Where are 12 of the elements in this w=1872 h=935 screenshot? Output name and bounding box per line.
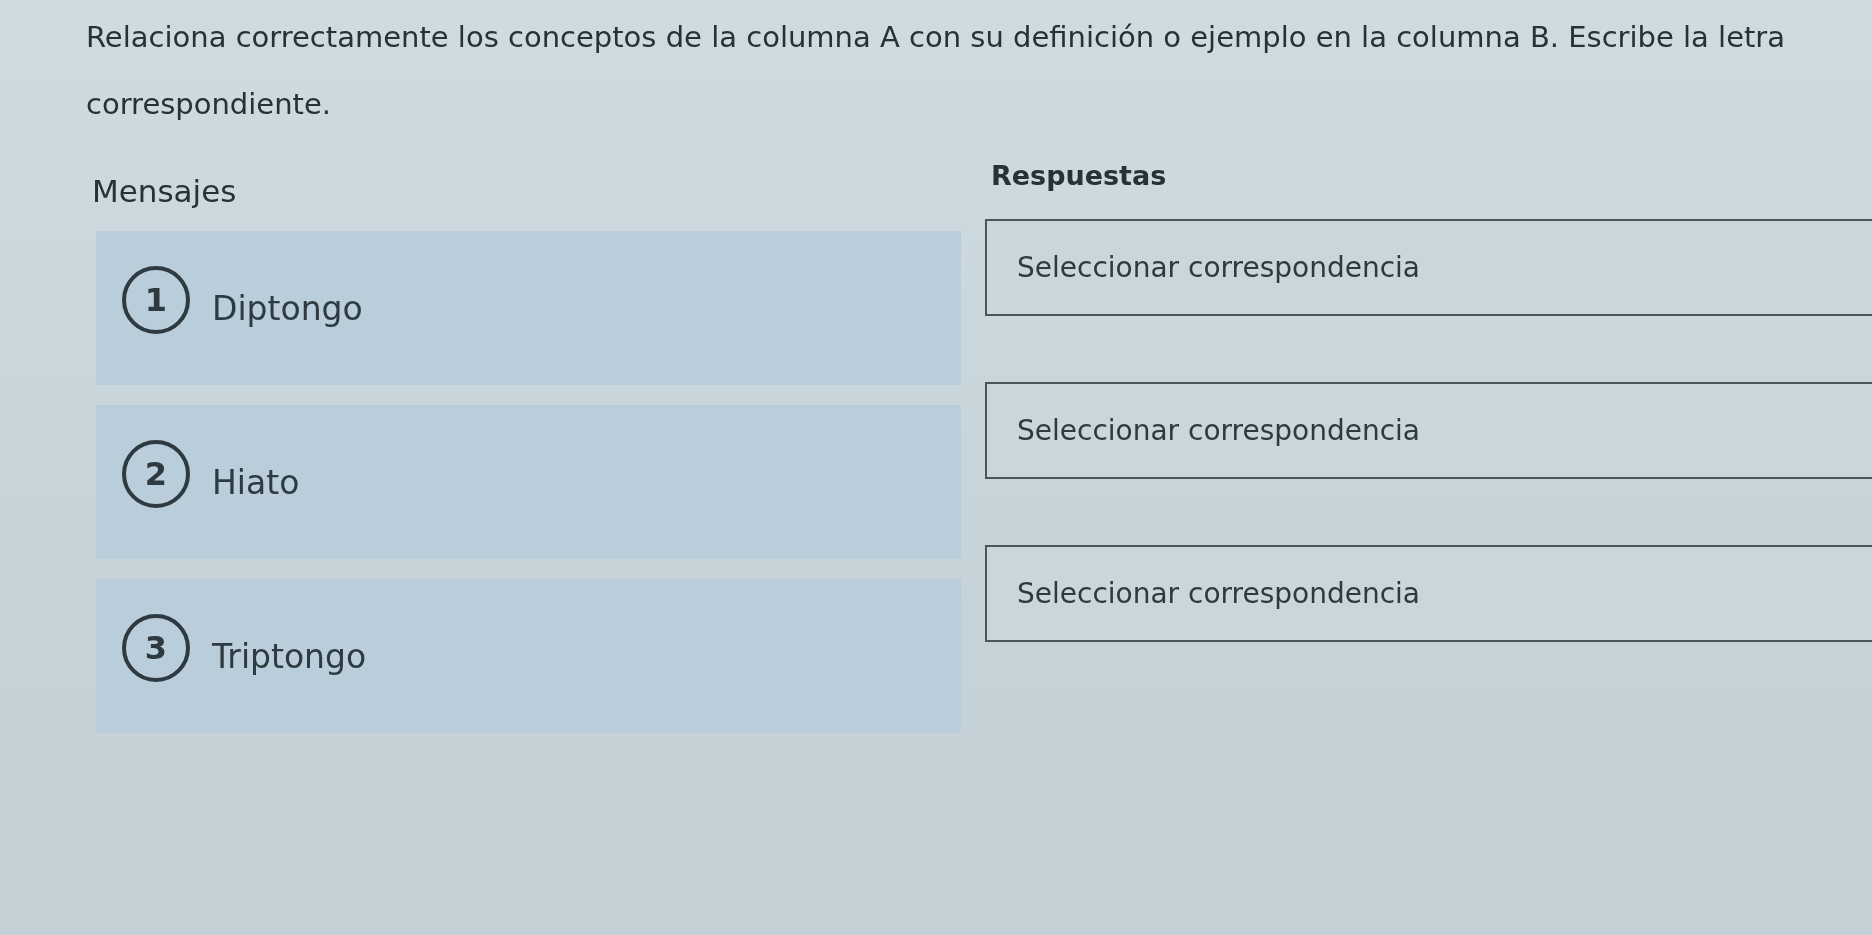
column-heading: Mensajes bbox=[92, 172, 237, 210]
concept-label: Diptongo bbox=[212, 288, 363, 328]
answer-dropdown[interactable]: Seleccionar correspondencia bbox=[985, 219, 1872, 316]
item-number: 2 bbox=[122, 440, 190, 508]
concept-label: Hiato bbox=[212, 462, 300, 502]
concept-label: Triptongo bbox=[212, 636, 367, 676]
instructions-text: Relaciona correctamente los conceptos de la columna A con su definición o ejemplo en la columna B. Escribe la letra correspondiente. bbox=[86, 19, 1787, 123]
answer-dropdown[interactable]: Seleccionar correspondencia bbox=[985, 382, 1872, 479]
answer-dropdown[interactable]: Seleccionar correspondencia bbox=[985, 545, 1872, 642]
item-number: 3 bbox=[122, 614, 190, 682]
item-number: 1 bbox=[122, 266, 190, 334]
column-heading: Respuestas bbox=[991, 159, 1167, 193]
